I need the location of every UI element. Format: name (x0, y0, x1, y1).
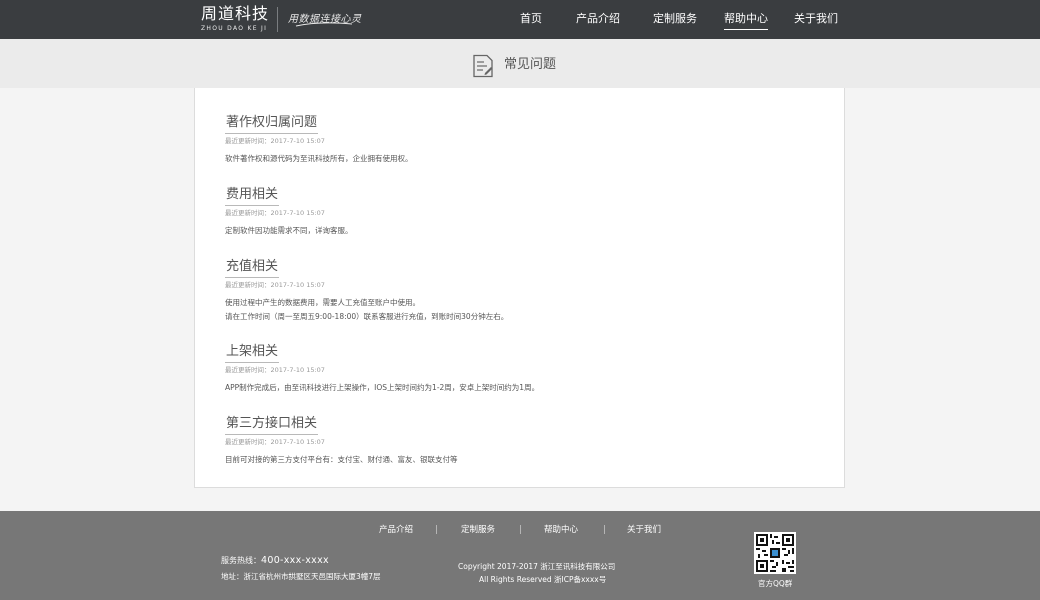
faq-date: 最近更新时间：2017-7-10 15:07 (225, 281, 325, 289)
slogan: 用数据连接心灵 (288, 8, 368, 30)
logo-divider (277, 7, 278, 32)
nav-home[interactable]: 首页 (520, 12, 542, 26)
faq-answer: 使用过程中产生的数据费用，需要人工充值至账户中使用。 请在工作时间（周一至周五9… (225, 296, 825, 324)
faq-date: 最近更新时间：2017-7-10 15:07 (225, 438, 325, 446)
faq-item-copyright: 著作权归属问题 最近更新时间：2017-7-10 15:07 软件著作权和源代码… (225, 111, 825, 166)
qr-label: 官方QQ群 (758, 579, 793, 588)
faq-item-third-party: 第三方接口相关 最近更新时间：2017-7-10 15:07 目前可对接的第三方… (225, 412, 825, 467)
rights-text: All Rights Reserved 浙ICP备xxxx号 (479, 575, 607, 584)
faq-item-recharge: 充值相关 最近更新时间：2017-7-10 15:07 使用过程中产生的数据费用… (225, 255, 825, 324)
faq-title[interactable]: 上架相关 (225, 343, 280, 363)
faq-title[interactable]: 著作权归属问题 (225, 114, 319, 134)
faq-answer: APP制作完成后，由至讯科技进行上架操作，IOS上架时间约为1-2周，安卓上架时… (225, 383, 540, 392)
nav-help-center[interactable]: 帮助中心 (724, 12, 768, 30)
page-title: 常见问题 (504, 57, 557, 72)
copyright-text: Copyright 2017-2017 浙江至讯科技有限公司 (458, 562, 616, 571)
nav-custom-service[interactable]: 定制服务 (653, 12, 697, 26)
logo-text: 周道科技 (201, 4, 270, 23)
footer-nav-separator (520, 525, 521, 534)
faq-answer-line: 请在工作时间（周一至周五9:00-18:00）联系客服进行充值，到账时间30分钟… (225, 312, 509, 321)
faq-answer: 软件著作权和源代码为至讯科技所有，企业拥有使用权。 (225, 154, 413, 163)
faq-title[interactable]: 第三方接口相关 (225, 415, 319, 435)
faq-title[interactable]: 费用相关 (225, 186, 280, 206)
faq-item-listing: 上架相关 最近更新时间：2017-7-10 15:07 APP制作完成后，由至讯… (225, 340, 825, 395)
faq-date: 最近更新时间：2017-7-10 15:07 (225, 209, 325, 217)
hotline-number: 400-xxx-xxxx (261, 555, 329, 566)
faq-answer-line: 使用过程中产生的数据费用，需要人工充值至账户中使用。 (225, 298, 420, 307)
nav-about-us[interactable]: 关于我们 (794, 12, 838, 26)
top-header: 周道科技 ZHOU DAO KE JI 用数据连接心灵 首页 产品介绍 定制服务… (0, 0, 1040, 39)
footer-nav-separator (604, 525, 605, 534)
footer-nav-custom-service[interactable]: 定制服务 (461, 524, 495, 536)
faq-item-fees: 费用相关 最近更新时间：2017-7-10 15:07 定制软件因功能需求不同，… (225, 183, 825, 238)
faq-date: 最近更新时间：2017-7-10 15:07 (225, 137, 325, 145)
company-address: 地址：浙江省杭州市拱墅区天邑国际大厦3幢7层 (221, 572, 381, 581)
document-list-icon (473, 54, 493, 78)
main-nav: 首页 产品介绍 定制服务 帮助中心 关于我们 (510, 0, 850, 39)
qr-code-icon (754, 532, 796, 574)
footer-nav-about-us[interactable]: 关于我们 (627, 524, 661, 536)
slogan-underline-swoosh (295, 22, 353, 27)
faq-answer: 定制软件因功能需求不同，详询客服。 (225, 226, 353, 235)
footer-nav-separator (436, 525, 437, 534)
logo-subtext: ZHOU DAO KE JI (201, 25, 268, 32)
nav-products[interactable]: 产品介绍 (576, 12, 620, 26)
faq-answer: 目前可对接的第三方支付平台有：支付宝、财付通、富友、银联支付等 (225, 455, 458, 464)
footer-nav-help-center[interactable]: 帮助中心 (544, 524, 578, 536)
faq-date: 最近更新时间：2017-7-10 15:07 (225, 366, 325, 374)
footer-nav-products[interactable]: 产品介绍 (379, 524, 413, 536)
service-hotline: 服务热线：400-xxx-xxxx (221, 555, 329, 567)
faq-title[interactable]: 充值相关 (225, 258, 280, 278)
hotline-label: 服务热线： (221, 556, 261, 565)
logo[interactable]: 周道科技 ZHOU DAO KE JI (201, 5, 271, 35)
footer: 产品介绍 定制服务 帮助中心 关于我们 服务热线：400-xxx-xxxx 地址… (0, 511, 1040, 600)
